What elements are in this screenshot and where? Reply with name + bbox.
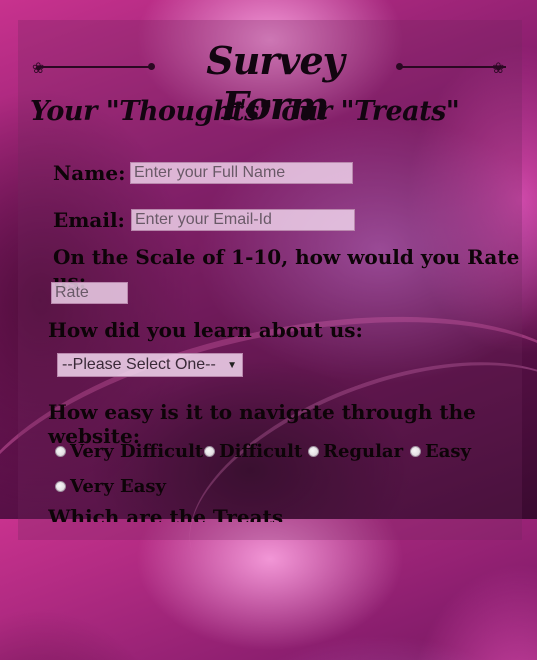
source-select-value: --Please Select One--	[62, 356, 216, 373]
divider-dot	[148, 63, 155, 70]
radio-circle-icon[interactable]	[55, 446, 66, 457]
divider-line-right	[400, 66, 506, 68]
flourish-left-icon: ❀	[32, 59, 45, 77]
divider-line-left	[40, 66, 152, 68]
radio-very-difficult[interactable]: Very Difficult	[55, 441, 203, 462]
radio-circle-icon[interactable]	[410, 446, 421, 457]
radio-circle-icon[interactable]	[308, 446, 319, 457]
radio-very-easy[interactable]: Very Easy	[55, 476, 166, 497]
form-header: ❀ Survey Form ❀	[30, 38, 515, 128]
radio-label: Very Difficult	[70, 441, 204, 462]
source-question: How did you learn about us:	[48, 318, 363, 342]
radio-easy[interactable]: Easy	[410, 441, 471, 462]
name-label: Name:	[53, 161, 126, 185]
radio-difficult[interactable]: Difficult	[204, 441, 302, 462]
radio-regular[interactable]: Regular	[308, 441, 403, 462]
next-question-cutoff: Which are the Treats you wish	[48, 508, 284, 522]
radio-circle-icon[interactable]	[55, 481, 66, 492]
radio-label: Easy	[425, 441, 471, 462]
name-input[interactable]	[130, 162, 353, 184]
email-label: Email:	[53, 208, 125, 232]
radio-label: Regular	[323, 441, 404, 462]
radio-circle-icon[interactable]	[204, 446, 215, 457]
radio-label: Very Easy	[70, 476, 166, 497]
dropdown-arrow-icon: ▼	[227, 360, 237, 371]
email-input[interactable]	[131, 209, 355, 231]
source-select[interactable]: --Please Select One-- ▼	[57, 353, 243, 377]
flourish-right-icon: ❀	[492, 59, 505, 77]
rate-input[interactable]	[51, 282, 128, 304]
page-subtitle: Your "Thoughts" our "Treats"	[30, 96, 460, 127]
radio-label: Difficult	[219, 441, 303, 462]
